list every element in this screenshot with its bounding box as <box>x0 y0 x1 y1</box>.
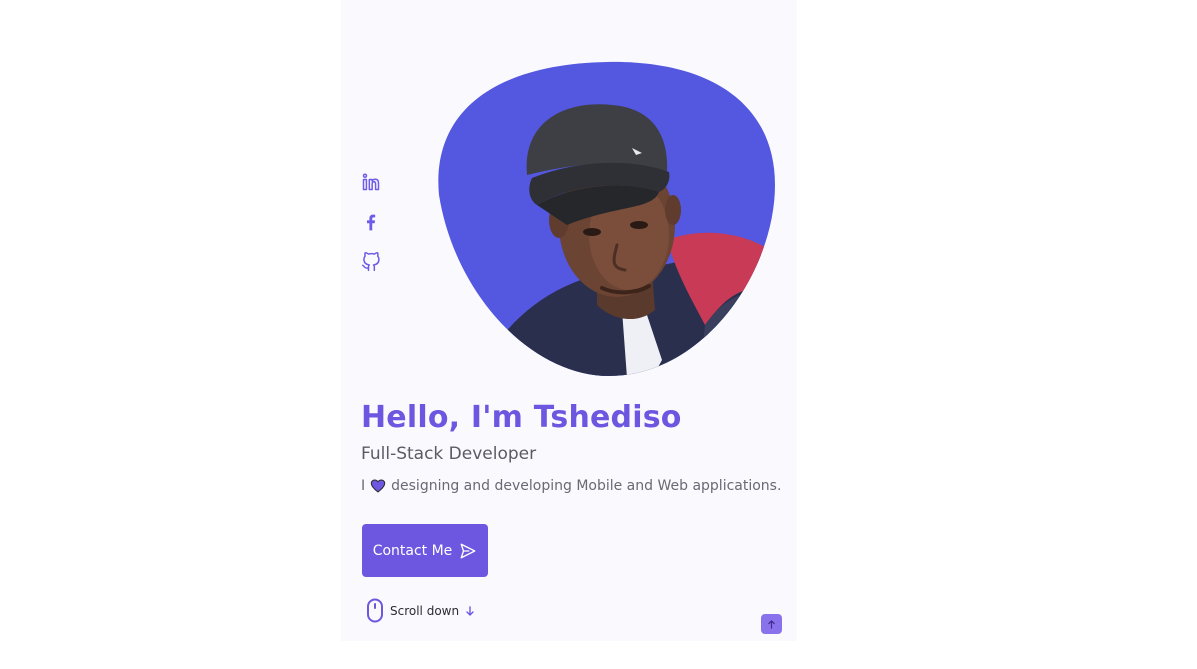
arrow-up-icon <box>768 619 775 629</box>
scroll-up-button[interactable] <box>761 614 782 634</box>
arrow-down-icon <box>465 605 475 616</box>
profile-blob <box>437 60 777 378</box>
home-title: Hello, I'm Tshediso <box>361 400 682 435</box>
scroll-down-link[interactable]: Scroll down <box>366 598 475 623</box>
home-description: I designing and developing Mobile and We… <box>361 478 781 494</box>
linkedin-icon <box>362 173 380 191</box>
social-links <box>361 172 381 272</box>
description-prefix: I <box>361 478 366 494</box>
home-subtitle: Full-Stack Developer <box>361 444 537 464</box>
home-section: Hello, I'm Tshediso Full-Stack Developer… <box>341 0 797 641</box>
facebook-link[interactable] <box>361 212 381 232</box>
send-icon <box>460 543 476 558</box>
scroll-down-label: Scroll down <box>390 603 460 618</box>
github-link[interactable] <box>361 252 381 272</box>
contact-button-label: Contact Me <box>372 542 453 559</box>
mouse-icon <box>366 598 384 623</box>
profile-image <box>438 61 776 376</box>
heart-icon <box>370 478 386 494</box>
facebook-icon <box>367 214 376 231</box>
contact-me-button[interactable]: Contact Me <box>362 524 488 577</box>
linkedin-link[interactable] <box>361 172 381 192</box>
description-text: designing and developing Mobile and Web … <box>391 478 782 494</box>
github-icon <box>361 252 380 272</box>
